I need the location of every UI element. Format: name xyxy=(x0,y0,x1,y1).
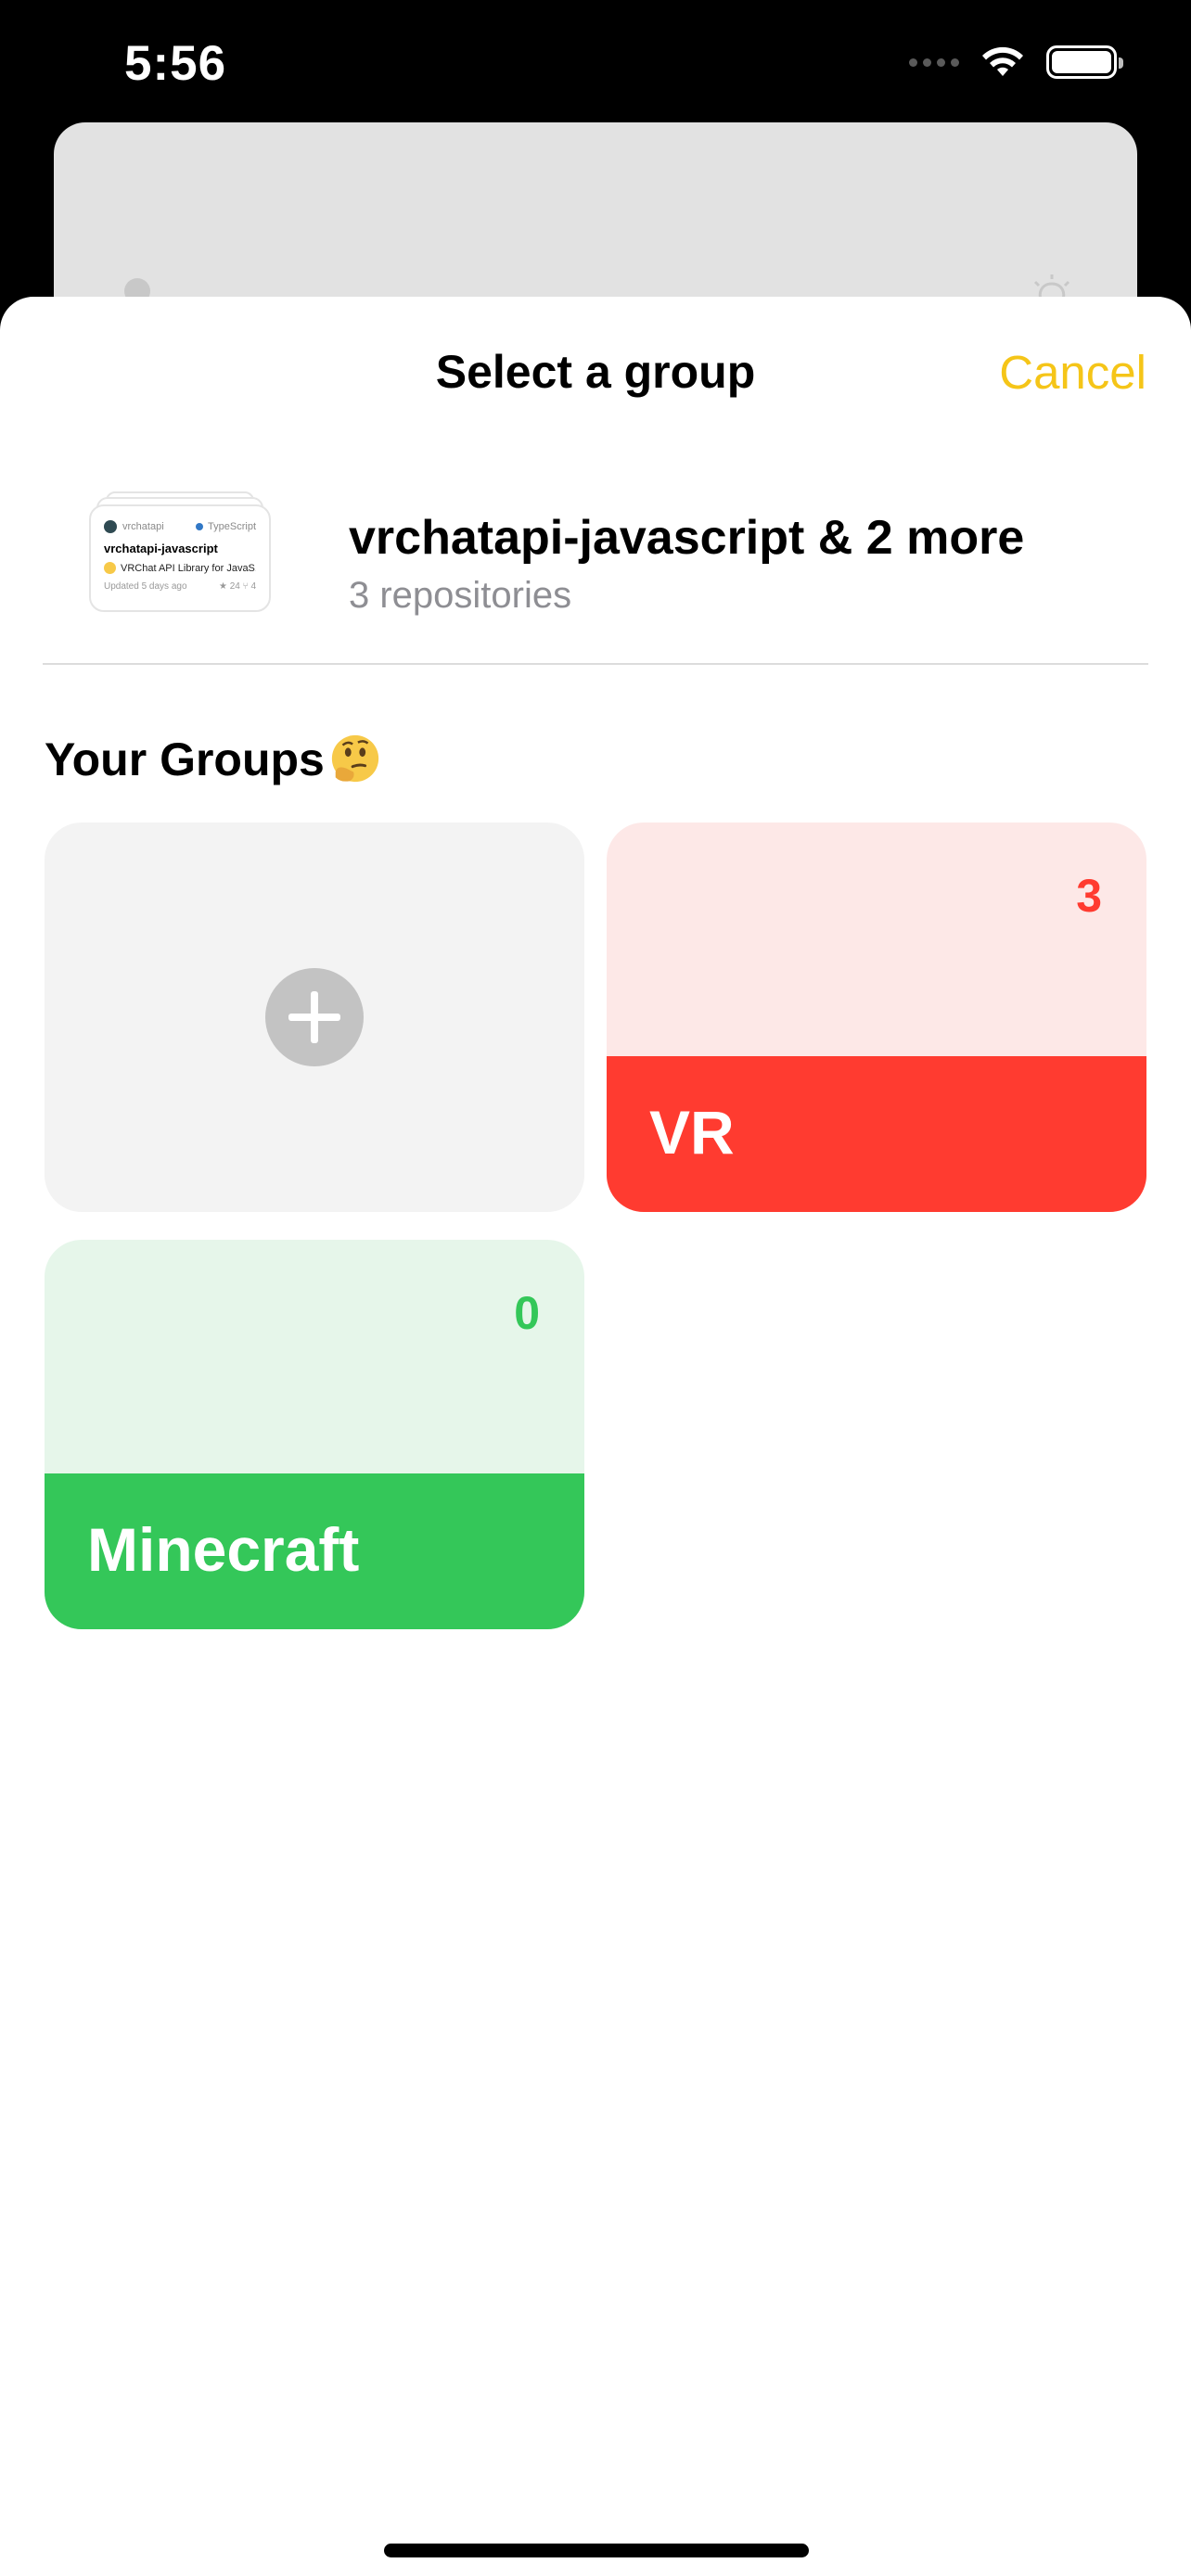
preview-repo-name: vrchatapi-javascript xyxy=(104,542,218,555)
preview-updated: Updated 5 days ago xyxy=(104,581,187,592)
status-icons xyxy=(909,45,1123,80)
battery-icon xyxy=(1046,45,1123,79)
thinking-face-icon xyxy=(331,734,378,783)
language-dot-icon xyxy=(196,523,204,530)
home-indicator[interactable] xyxy=(384,2544,809,2557)
signal-icon xyxy=(909,57,959,67)
group-tile-minecraft[interactable]: 0 Minecraft xyxy=(45,1240,584,1629)
wifi-icon xyxy=(982,46,1023,76)
fork-icon: ⑂ xyxy=(242,581,249,592)
group-count: 0 xyxy=(514,1287,540,1339)
status-bar: 5:56 xyxy=(0,0,1191,130)
select-group-sheet: Select a group Cancel vrchatapi TypeScri… xyxy=(0,297,1191,2576)
preview-owner: vrchatapi xyxy=(122,521,164,532)
owner-avatar xyxy=(104,520,117,533)
star-icon: ★ xyxy=(219,581,227,592)
group-name: VR xyxy=(649,1098,735,1167)
preview-stars: 24 xyxy=(229,581,240,592)
preview-description: VRChat API Library for JavaS... xyxy=(121,562,256,574)
selection-subtitle: 3 repositories xyxy=(349,575,572,616)
screen: 5:56 Select a group Cancel vrchatapi Typ… xyxy=(0,0,1191,2576)
sheet-header: Select a group Cancel xyxy=(0,297,1191,454)
your-groups-heading: Your Groups xyxy=(45,733,382,786)
repository-card-preview: vrchatapi TypeScript vrchatapi-javascrip… xyxy=(89,504,271,612)
preview-forks: 4 xyxy=(250,581,256,592)
selection-summary: vrchatapi TypeScript vrchatapi-javascrip… xyxy=(0,473,1191,668)
status-time: 5:56 xyxy=(124,36,227,91)
group-band: Minecraft xyxy=(45,1473,584,1629)
preview-language: TypeScript xyxy=(208,521,256,532)
smile-emoji-icon xyxy=(104,562,116,574)
divider xyxy=(43,663,1148,665)
section-heading-label: Your Groups xyxy=(45,733,325,785)
group-band: VR xyxy=(607,1056,1146,1212)
cancel-button[interactable]: Cancel xyxy=(999,345,1146,400)
add-group-tile[interactable] xyxy=(45,823,584,1212)
selection-title: vrchatapi-javascript & 2 more xyxy=(349,511,1025,565)
group-count: 3 xyxy=(1076,870,1102,922)
plus-icon xyxy=(265,968,364,1066)
group-tile-vr[interactable]: 3 VR xyxy=(607,823,1146,1212)
group-name: Minecraft xyxy=(87,1515,360,1584)
repository-stack-preview: vrchatapi TypeScript vrchatapi-javascrip… xyxy=(89,491,271,612)
